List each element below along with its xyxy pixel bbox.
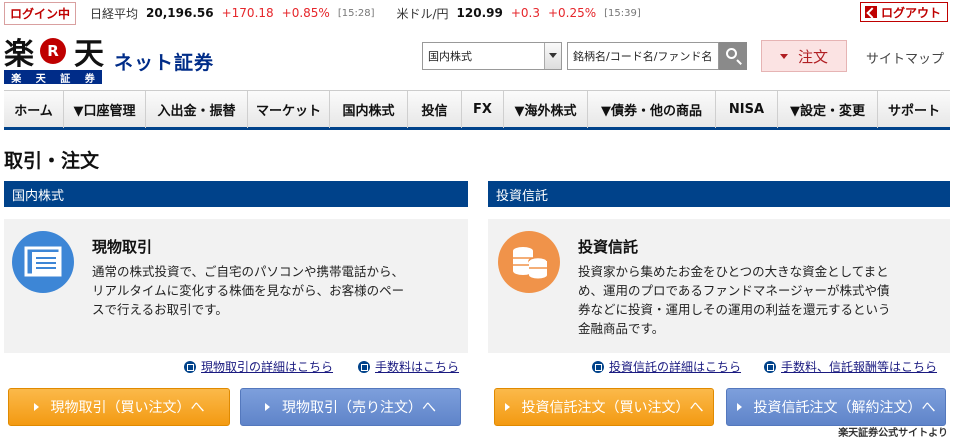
nav-item-market[interactable]: マーケット: [248, 91, 330, 128]
nikkei-label: 日経平均: [90, 6, 139, 21]
logout-button[interactable]: ログアウト: [859, 2, 948, 22]
logo-subtitle: 楽 天 証 券: [4, 70, 102, 85]
window-link-icon: [184, 360, 196, 373]
triangle-right-icon: [504, 403, 510, 411]
order-label: 注文: [797, 47, 828, 66]
card-description: 投資家から集めたお金をひとつの大きな資金としてまと め、運用のプロであるファンド…: [578, 264, 891, 336]
rakuten-logo[interactable]: 楽 R 天 楽 天 証 券: [4, 34, 104, 85]
nikkei-value: 20,196.56: [146, 6, 214, 20]
spot-sell-button[interactable]: 現物取引（売り注文）へ: [240, 388, 461, 426]
order-button[interactable]: 注文: [761, 40, 847, 72]
fund-fees-link[interactable]: 手数料、信託報酬等はこちら: [764, 358, 937, 375]
window-link-icon: [592, 360, 604, 373]
main-nav: ホーム ▼口座管理 入出金・振替 マーケット 国内株式 投信 FX ▼海外株式 …: [4, 90, 950, 130]
usdjpy-value: 120.99: [456, 6, 503, 20]
nav-item-nisa[interactable]: NISA: [716, 91, 778, 128]
window-link-icon: [358, 360, 370, 373]
nav-item-domestic-stocks[interactable]: 国内株式: [330, 91, 408, 128]
card-spot-trading: 現物取引 通常の株式投資で、ご自宅のパソコンや携帯電話から、 リアルタイムに変化…: [4, 219, 468, 353]
window-link-icon: [764, 360, 776, 373]
triangle-right-icon: [736, 403, 742, 411]
usdjpy-time: [15:39]: [604, 7, 641, 19]
card-title: 投資信託: [578, 238, 639, 256]
fund-sell-button[interactable]: 投資信託注文（解約注文）へ: [726, 388, 946, 426]
caret-down-icon: [779, 53, 788, 59]
fund-details-link[interactable]: 投資信託の詳細はこちら: [592, 358, 741, 375]
triangle-right-icon: [265, 403, 270, 411]
usdjpy-percent: +0.25%: [547, 6, 597, 20]
nav-item-foreign-stocks[interactable]: ▼海外株式: [504, 91, 588, 128]
nav-item-funds[interactable]: 投信: [408, 91, 462, 128]
spot-details-link[interactable]: 現物取引の詳細はこちら: [184, 358, 333, 375]
brand-name[interactable]: ネット証券: [114, 48, 214, 75]
logo-char-2: 天: [74, 37, 104, 72]
card-description: 通常の株式投資で、ご自宅のパソコンや携帯電話から、 リアルタイムに変化する株価を…: [92, 264, 405, 317]
logo-r-mark: R: [40, 38, 66, 64]
search-input[interactable]: [567, 42, 719, 70]
site-header: 楽 R 天 楽 天 証 券 ネット証券 国内株式 注文 サイトマップ: [0, 32, 954, 86]
nav-item-account[interactable]: ▼口座管理: [64, 91, 146, 128]
nikkei-time: [15:28]: [337, 7, 375, 19]
nav-item-home[interactable]: ホーム: [4, 91, 64, 128]
fund-buy-button[interactable]: 投資信託注文（買い注文）へ: [494, 388, 714, 426]
spot-buy-button[interactable]: 現物取引（買い注文）へ: [8, 388, 230, 426]
usdjpy-label: 米ドル/円: [396, 6, 449, 21]
nav-item-settings[interactable]: ▼設定・変更: [778, 91, 878, 128]
logo-char-1: 楽: [4, 37, 34, 72]
page-title: 取引・注文: [4, 150, 100, 172]
spot-fees-link[interactable]: 手数料はこちら: [358, 358, 459, 375]
logout-icon: [864, 6, 877, 18]
search-button[interactable]: [719, 42, 747, 70]
document-icon: [12, 231, 74, 293]
usdjpy-change: +0.3: [510, 6, 540, 20]
nikkei-percent: +0.85%: [281, 6, 330, 20]
logout-label: ログアウト: [880, 5, 941, 20]
coins-icon: [498, 231, 560, 293]
login-status-badge: ログイン中: [4, 1, 77, 25]
nav-item-deposit[interactable]: 入出金・振替: [146, 91, 248, 128]
source-note: 楽天証券公式サイトより: [838, 428, 948, 438]
nikkei-change: +170.18: [221, 6, 274, 20]
nav-item-support[interactable]: サポート: [878, 91, 950, 128]
triangle-right-icon: [33, 403, 39, 411]
sitemap-link[interactable]: サイトマップ: [866, 48, 944, 67]
card-title: 現物取引: [92, 238, 153, 256]
nav-item-bonds[interactable]: ▼債券・他の商品: [588, 91, 716, 128]
chevron-down-icon: [544, 43, 561, 69]
section-header-fund: 投資信託: [488, 181, 950, 207]
section-header-domestic: 国内株式: [4, 181, 468, 207]
market-select[interactable]: 国内株式: [422, 42, 562, 70]
card-investment-trust: 投資信託 投資家から集めたお金をひとつの大きな資金としてまと め、運用のプロであ…: [488, 219, 950, 353]
nav-item-fx[interactable]: FX: [462, 91, 504, 128]
market-ticker: ログイン中 日経平均 20,196.56 +170.18 +0.85% [15:…: [0, 0, 954, 26]
search-icon: [726, 48, 737, 59]
market-select-value: 国内株式: [428, 50, 472, 63]
